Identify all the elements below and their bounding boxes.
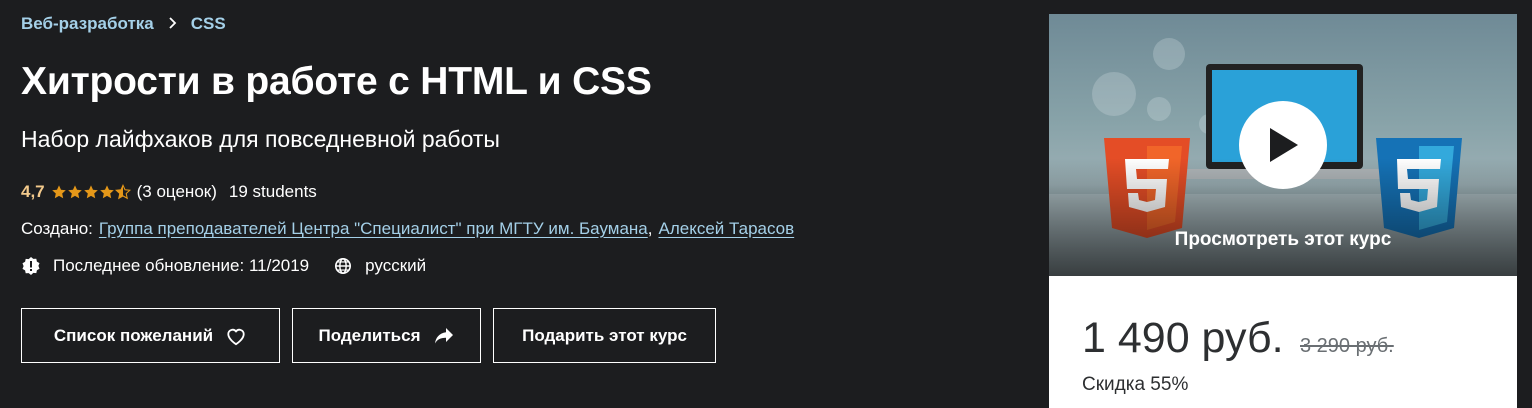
- discount-label: Скидка 55%: [1082, 374, 1189, 395]
- ratings-count-link[interactable]: (3 оценок): [137, 182, 217, 202]
- created-by-label: Создано:: [21, 219, 93, 238]
- author-separator: ,: [647, 219, 653, 238]
- course-subtitle: Набор лайфхаков для повседневной работы: [21, 126, 500, 152]
- alert-badge-icon: [21, 256, 41, 276]
- heart-icon: [225, 325, 247, 347]
- gift-course-button-label: Подарить этот курс: [522, 325, 687, 345]
- wishlist-button-label: Список пожеланий: [53, 325, 214, 345]
- star-full-icon: [83, 185, 98, 199]
- course-title: Хитрости в работе с HTML и CSS: [21, 60, 652, 103]
- gift-course-button[interactable]: Подарить этот курс: [493, 308, 716, 363]
- current-price: 1 490 руб.: [1082, 314, 1284, 362]
- globe-icon: [333, 256, 353, 276]
- author-link-tarasov[interactable]: Алексей Тарасов: [658, 219, 794, 239]
- original-price: 3 290 руб.: [1300, 335, 1394, 357]
- wishlist-button[interactable]: Список пожеланий: [21, 308, 280, 363]
- star-full-icon: [67, 185, 82, 199]
- play-button[interactable]: [1239, 101, 1327, 189]
- rating-row: 4,7 (3 оценок) 19 students: [21, 182, 317, 202]
- star-full-icon: [51, 185, 66, 199]
- breadcrumb-separator-icon: [168, 16, 177, 33]
- course-language: русский: [365, 256, 427, 275]
- share-button[interactable]: Поделиться: [292, 308, 481, 363]
- students-count: 19 students: [228, 182, 317, 201]
- share-arrow-icon: [433, 325, 455, 347]
- star-half-icon: [114, 184, 131, 200]
- preview-label: Просмотреть этот курс: [1174, 229, 1392, 250]
- play-icon: [1270, 128, 1298, 162]
- last-updated: Последнее обновление: 11/2019: [53, 256, 310, 275]
- breadcrumb-web-development[interactable]: Веб-разработка: [21, 14, 154, 34]
- star-rating: [51, 184, 131, 200]
- star-full-icon: [99, 185, 114, 199]
- share-button-label: Поделиться: [318, 325, 421, 345]
- purchase-sidebar: Просмотреть этот курс 1 490 руб. 3 290 р…: [1049, 14, 1517, 408]
- rating-value: 4,7: [21, 182, 45, 201]
- author-link-group[interactable]: Группа преподавателей Центра "Специалист…: [99, 219, 648, 239]
- action-buttons: Список пожеланий Поделиться Подарить это…: [21, 308, 728, 363]
- course-preview[interactable]: Просмотреть этот курс: [1049, 14, 1517, 276]
- breadcrumb-css[interactable]: CSS: [191, 14, 226, 34]
- price-row: 1 490 руб. 3 290 руб.: [1082, 314, 1394, 363]
- created-by-row: Создано: Группа преподавателей Центра "С…: [21, 219, 794, 239]
- breadcrumb: Веб-разработка CSS: [21, 14, 226, 34]
- meta-row: Последнее обновление: 11/2019 русский: [21, 256, 450, 276]
